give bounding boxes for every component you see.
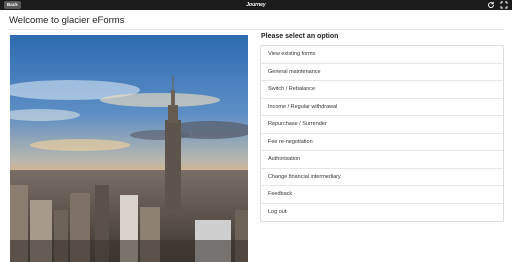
city-skyline-photo [10,35,248,262]
option-change-financial-intermediary[interactable]: Change financial intermediary [261,169,503,186]
page-title: Welcome to glacier eForms [9,15,125,26]
app-title: Journey [246,2,266,8]
divider [9,29,504,30]
option-authorisation[interactable]: Authorisation [261,151,503,169]
option-feedback[interactable]: Feedback [261,186,503,204]
fullscreen-icon[interactable] [500,1,508,9]
option-general-maintenance[interactable]: General maintenance [261,64,503,81]
option-log-out[interactable]: Log out [261,204,503,222]
option-view-existing-forms[interactable]: View existing forms [261,46,503,64]
top-app-bar: Back Journey [0,0,512,10]
option-repurchase-surrender[interactable]: Repurchase / Surrender [261,116,503,134]
option-switch-rebalance[interactable]: Switch / Rebalance [261,81,503,99]
option-income-regular-withdrawal[interactable]: Income / Regular withdrawal [261,99,503,116]
options-list: View existing forms General maintenance … [260,45,504,222]
options-heading: Please select an option [261,33,339,40]
refresh-icon[interactable] [487,1,495,9]
option-fee-renegotiation[interactable]: Fee re-negotiation [261,134,503,151]
